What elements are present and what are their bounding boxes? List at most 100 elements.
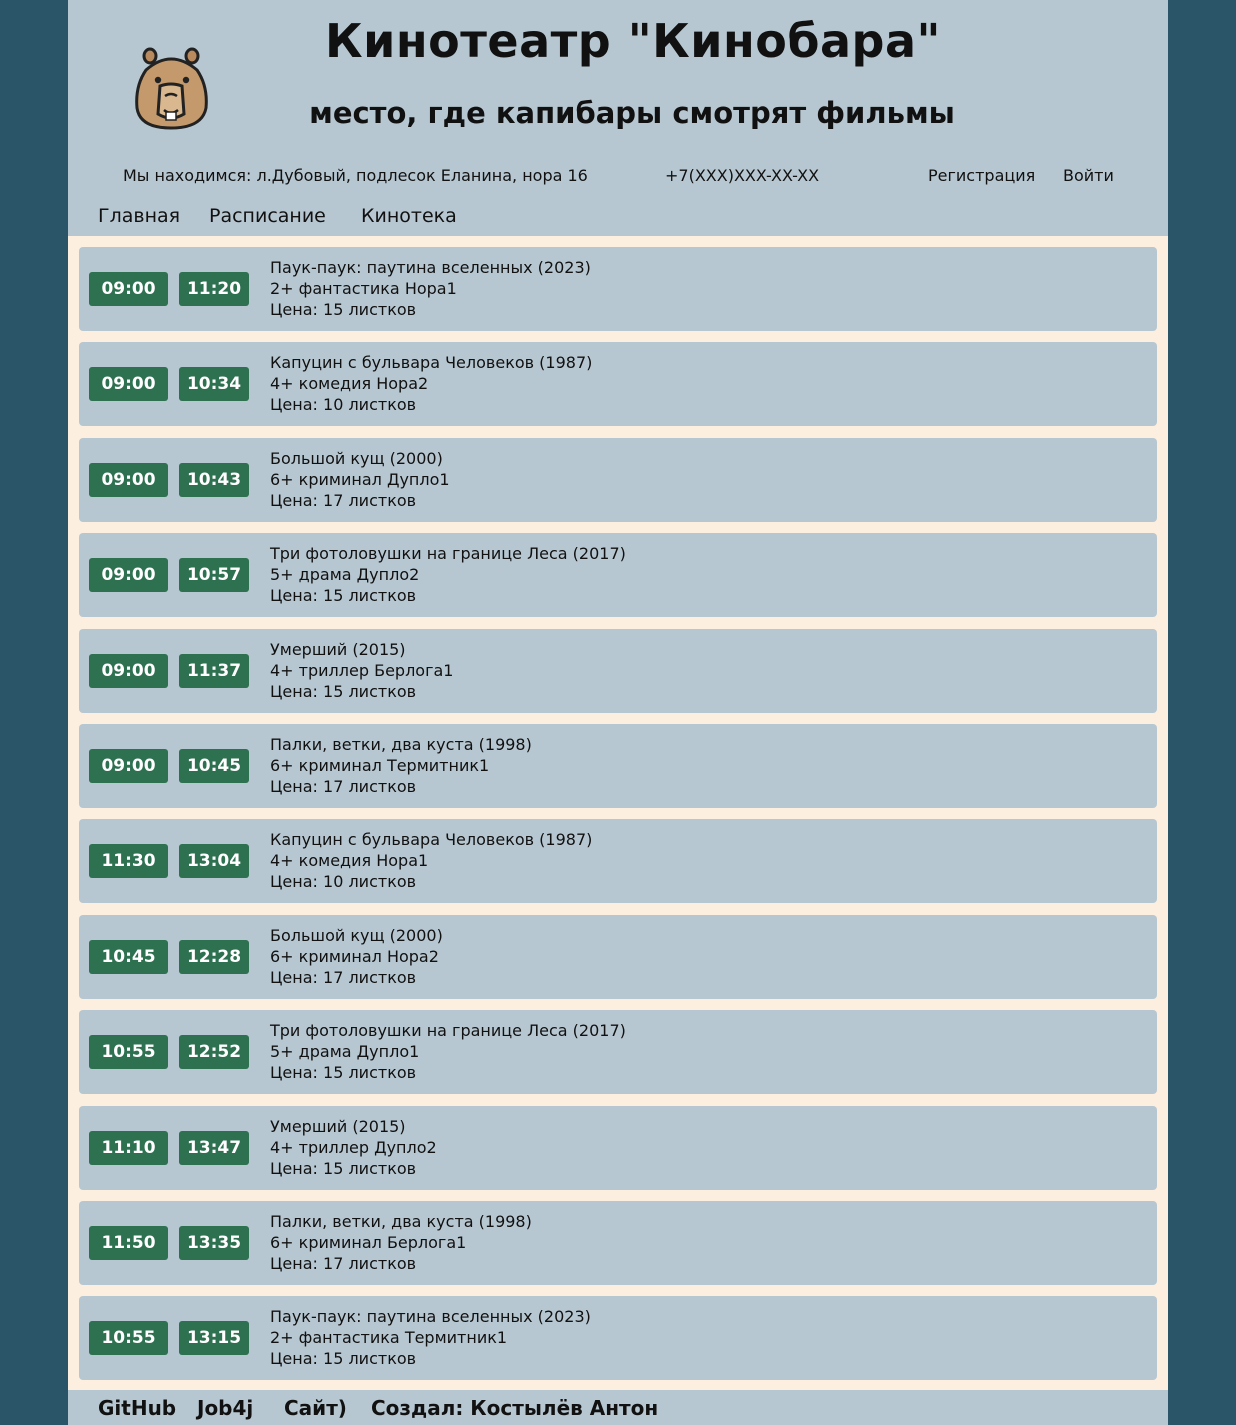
film-title[interactable]: Палки, ветки, два куста (1998) <box>270 734 532 755</box>
film-title[interactable]: Паук-паук: паутина вселенных (2023) <box>270 257 591 278</box>
session-card: 09:00 10:43 Большой кущ (2000) 6+ криминал … <box>79 437 1157 522</box>
film-price: Цена: 15 листков <box>270 1063 417 1083</box>
session-card: 10:55 13:15 Паук-паук: паутина вселенных (… <box>79 1296 1157 1381</box>
film-price: Цена: 15 листков <box>270 1158 417 1178</box>
session-card: 09:00 10:57 Три фотоловушки на границе Лес… <box>79 533 1157 618</box>
film-title[interactable]: Три фотоловушки на границе Леса (2017) <box>270 1020 626 1041</box>
start-time-button[interactable]: 09:00 <box>89 558 168 593</box>
session-card: 11:50 13:35 Палки, ветки, два куста (1998)… <box>79 1200 1157 1285</box>
session-list: 09:00 11:20 Паук-паук: паутина вселенных (… <box>79 247 1157 1392</box>
film-price: Цена: 15 листков <box>270 300 417 319</box>
start-time-button[interactable]: 10:55 <box>89 1035 168 1070</box>
end-time-button[interactable]: 11:20 <box>179 272 249 306</box>
start-time-button[interactable]: 11:50 <box>89 1225 168 1260</box>
film-info: Большой кущ (2000) 6+ криминал Нора2 Цена:… <box>270 925 443 988</box>
start-time-button[interactable]: 09:00 <box>89 462 168 497</box>
film-details: 6+ криминал Термитник1 <box>270 755 490 775</box>
end-time-button[interactable]: 12:52 <box>179 1035 249 1070</box>
film-info: Три фотоловушки на границе Леса (2017) 5+… <box>270 543 626 606</box>
start-time-button[interactable]: 10:55 <box>89 1321 168 1356</box>
film-info: Умерший (2015) 4+ триллер Дупло2 Цена: 15 … <box>270 1116 437 1179</box>
film-info: Большой кущ (2000) 6+ криминал Дупло1 Цена… <box>270 448 450 511</box>
end-time-button[interactable]: 13:15 <box>179 1321 249 1356</box>
film-title[interactable]: Палки, ветки, два куста (1998) <box>270 1211 532 1232</box>
phone-text: +7(XXX)XXX-XX-XX <box>665 166 820 185</box>
film-title[interactable]: Капуцин с бульвара Человеков (1987) <box>270 352 592 373</box>
start-time-button[interactable]: 09:00 <box>89 367 168 402</box>
end-time-button[interactable]: 10:34 <box>179 367 249 402</box>
film-price: Цена: 17 листков <box>270 776 417 796</box>
session-card: 09:00 11:20 Паук-паук: паутина вселенных (… <box>79 247 1157 331</box>
end-time-button[interactable]: 11:37 <box>179 653 249 688</box>
session-card: 09:00 11:37 Умерший (2015) 4+ триллер Берло… <box>79 628 1157 713</box>
author-text: Создал: Костылёв Антон <box>371 1396 659 1420</box>
film-details: 2+ фантастика Термитник1 <box>270 1328 508 1348</box>
login-link[interactable]: Войти <box>1063 166 1114 185</box>
film-title[interactable]: Большой кущ (2000) <box>270 925 443 946</box>
film-price: Цена: 17 листков <box>270 490 417 510</box>
nav-schedule[interactable]: Расписание <box>209 205 326 227</box>
session-card: 10:45 12:28 Большой кущ (2000) 6+ криминал … <box>79 914 1157 999</box>
end-time-button[interactable]: 13:47 <box>179 1130 249 1165</box>
film-title[interactable]: Паук-паук: паутина вселенных (2023) <box>270 1306 591 1327</box>
register-link[interactable]: Регистрация <box>928 166 1035 185</box>
nav-home[interactable]: Главная <box>98 205 180 227</box>
end-time-button[interactable]: 10:57 <box>179 558 249 593</box>
film-info: Паук-паук: паутина вселенных (2023) 2+ фа… <box>270 257 591 320</box>
header: Кинотеатр "Кинобара" место, где капибары… <box>68 0 1168 236</box>
job4j-link[interactable]: Job4j <box>197 1396 253 1420</box>
site-title: Кинотеатр "Кинобара" <box>325 14 941 68</box>
session-card: 11:30 13:04 Капуцин с бульвара Человеков (… <box>79 819 1157 904</box>
site-link[interactable]: Сайт) <box>284 1396 347 1420</box>
session-card: 10:55 12:52 Три фотоловушки на границе Лес… <box>79 1010 1157 1095</box>
film-info: Паук-паук: паутина вселенных (2023) 2+ фа… <box>270 1306 591 1369</box>
film-info: Палки, ветки, два куста (1998) 6+ кримина… <box>270 734 532 797</box>
film-title[interactable]: Умерший (2015) <box>270 639 453 660</box>
session-card: 09:00 10:45 Палки, ветки, два куста (1998)… <box>79 723 1157 808</box>
film-price: Цена: 10 листков <box>270 872 417 892</box>
end-time-button[interactable]: 12:28 <box>179 939 249 974</box>
session-card: 09:00 10:34 Капуцин с бульвара Человеков (… <box>79 342 1157 427</box>
film-title[interactable]: Капуцин с бульвара Человеков (1987) <box>270 829 592 850</box>
film-info: Капуцин с бульвара Человеков (1987) 4+ ко… <box>270 829 592 892</box>
end-time-button[interactable]: 13:04 <box>179 844 249 879</box>
film-details: 6+ криминал Нора2 <box>270 946 439 966</box>
start-time-button[interactable]: 11:30 <box>89 844 168 879</box>
start-time-button[interactable]: 09:00 <box>89 748 168 783</box>
film-title[interactable]: Три фотоловушки на границе Леса (2017) <box>270 543 626 564</box>
film-details: 5+ драма Дупло1 <box>270 1042 420 1062</box>
film-info: Умерший (2015) 4+ триллер Берлога1 Цена: 1… <box>270 639 453 702</box>
film-price: Цена: 17 листков <box>270 1253 417 1273</box>
film-details: 4+ комедия Нора1 <box>270 851 429 871</box>
start-time-button[interactable]: 11:10 <box>89 1130 168 1165</box>
film-info: Капуцин с бульвара Человеков (1987) 4+ ко… <box>270 352 592 415</box>
film-details: 6+ криминал Берлога1 <box>270 1232 467 1252</box>
film-details: 6+ криминал Дупло1 <box>270 469 450 489</box>
film-price: Цена: 15 листков <box>270 1349 417 1369</box>
nav-library[interactable]: Кинотека <box>361 205 457 227</box>
film-details: 4+ комедия Нора2 <box>270 374 429 394</box>
film-details: 2+ фантастика Нора1 <box>270 279 457 298</box>
film-info: Три фотоловушки на границе Леса (2017) 5+… <box>270 1020 626 1083</box>
start-time-button[interactable]: 09:00 <box>89 653 168 688</box>
film-price: Цена: 15 листков <box>270 586 417 606</box>
film-details: 5+ драма Дупло2 <box>270 565 420 585</box>
end-time-button[interactable]: 10:43 <box>179 462 249 497</box>
capybara-logo-icon <box>135 47 208 130</box>
start-time-button[interactable]: 09:00 <box>89 272 168 306</box>
end-time-button[interactable]: 13:35 <box>179 1225 249 1260</box>
film-title[interactable]: Большой кущ (2000) <box>270 448 450 469</box>
film-title[interactable]: Умерший (2015) <box>270 1116 437 1137</box>
site-subtitle: место, где капибары смотрят фильмы <box>309 96 955 130</box>
session-card: 11:10 13:47 Умерший (2015) 4+ триллер Дупло… <box>79 1105 1157 1190</box>
address-text: Мы находимся: л.Дубовый, подлесок Еланин… <box>123 166 588 185</box>
film-info: Палки, ветки, два куста (1998) 6+ кримина… <box>270 1211 532 1274</box>
footer: GitHub Job4j Сайт) Создал: Костылёв Анто… <box>68 1390 1168 1425</box>
film-details: 4+ триллер Берлога1 <box>270 660 454 680</box>
start-time-button[interactable]: 10:45 <box>89 939 168 974</box>
film-price: Цена: 17 листков <box>270 967 417 987</box>
github-link[interactable]: GitHub <box>98 1396 176 1420</box>
film-price: Цена: 15 листков <box>270 681 417 701</box>
film-price: Цена: 10 листков <box>270 395 417 415</box>
end-time-button[interactable]: 10:45 <box>179 748 249 783</box>
